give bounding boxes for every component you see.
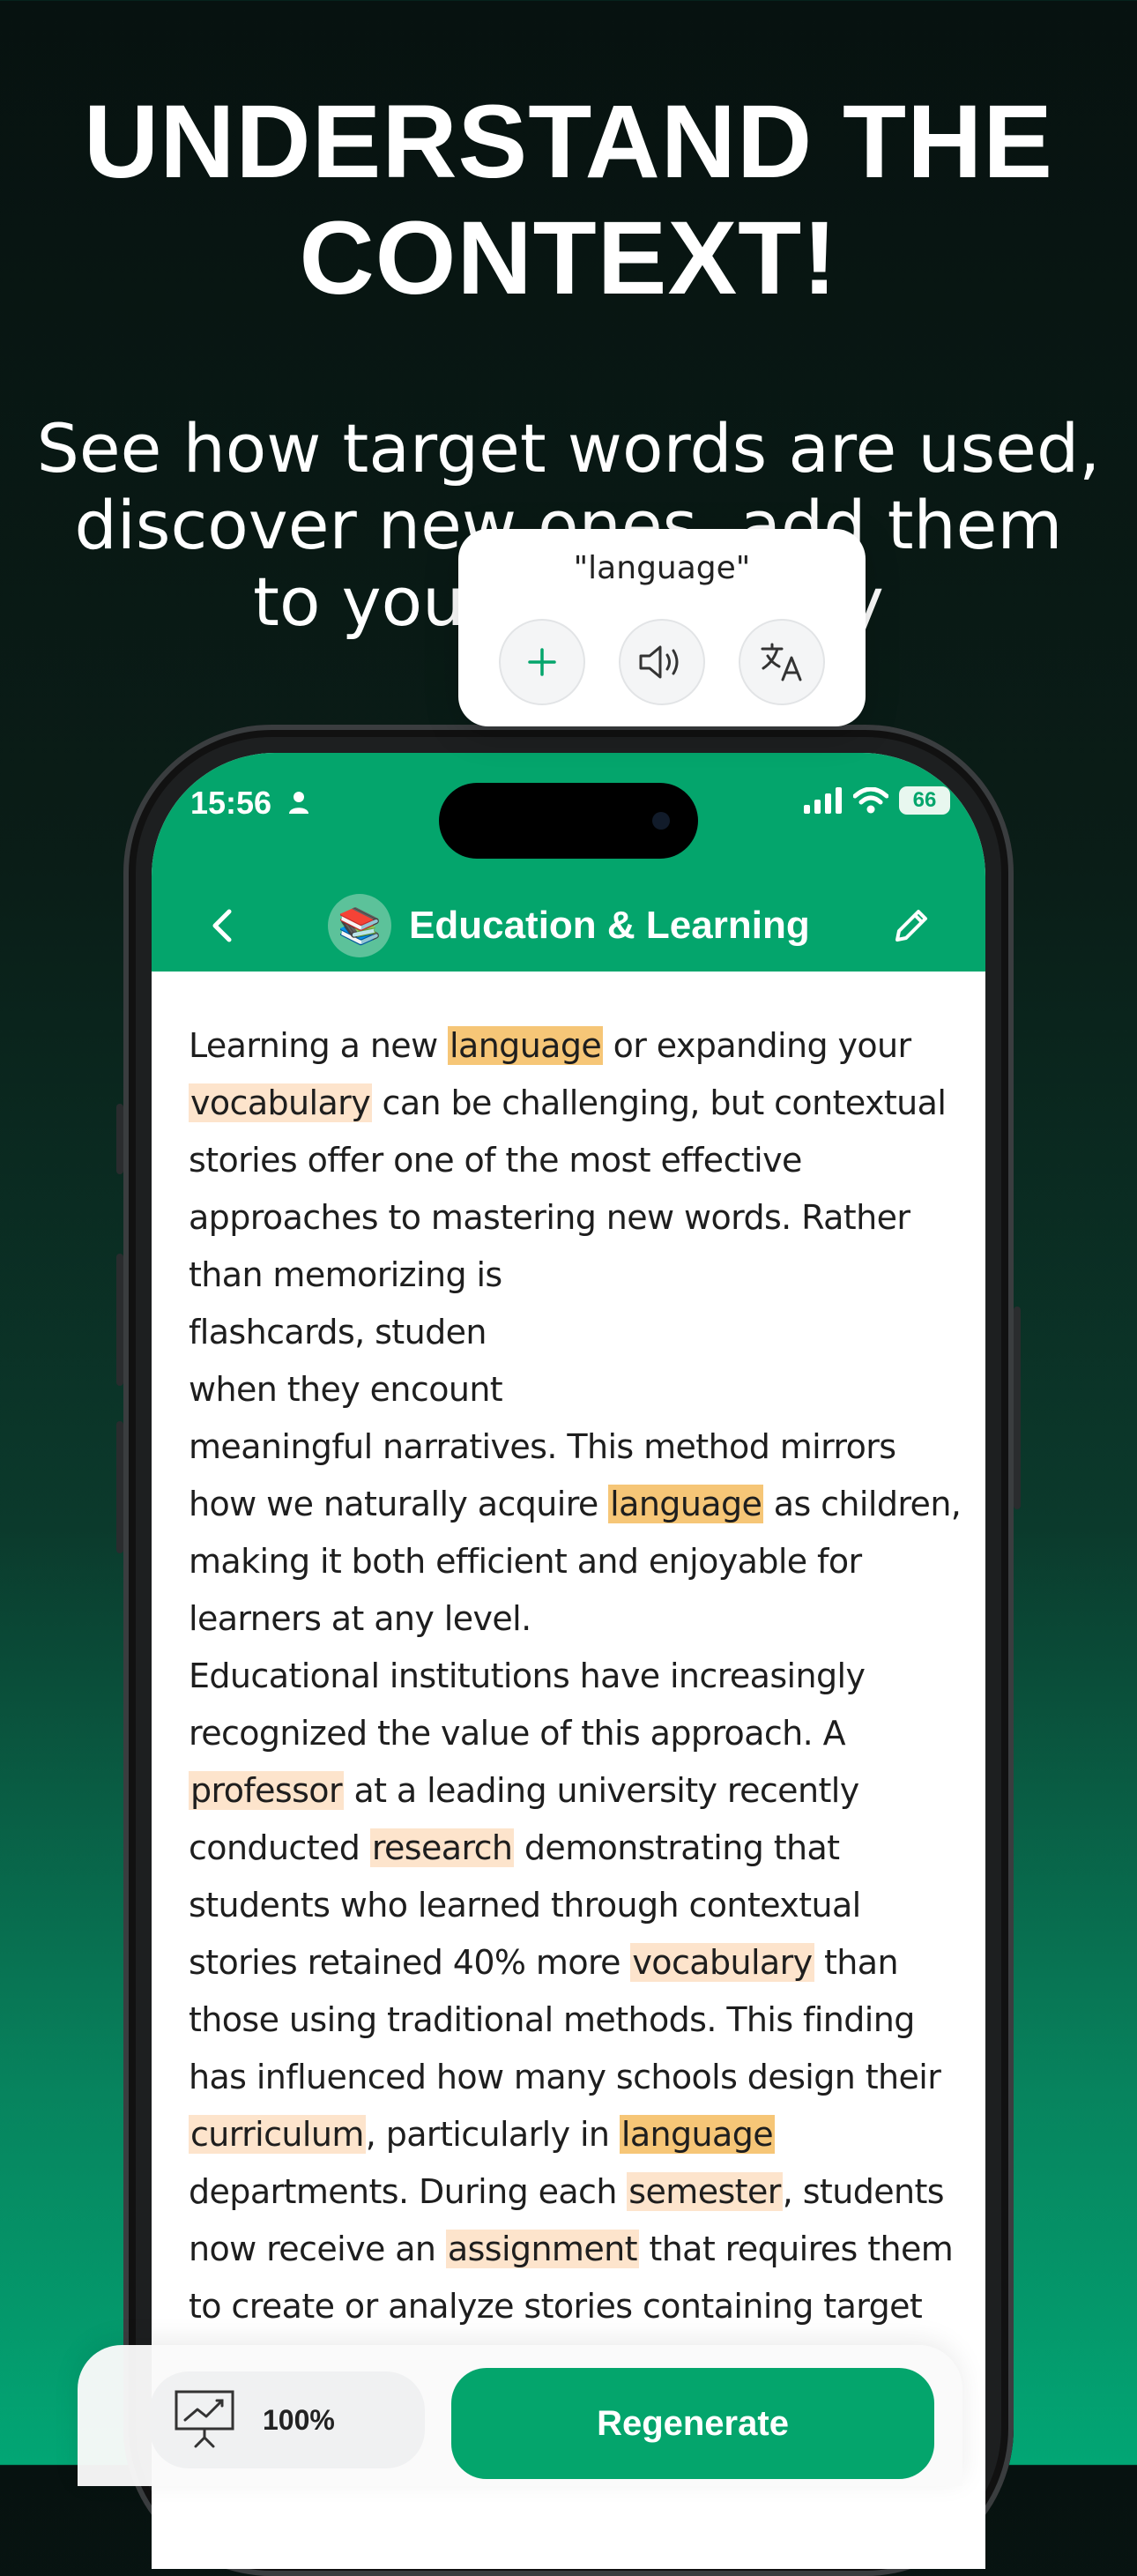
target-word-vocabulary[interactable]: vocabulary — [630, 1943, 814, 1982]
edit-button[interactable] — [890, 905, 933, 947]
target-word-language[interactable]: language — [608, 1485, 764, 1523]
app-title-group: 📚 Education & Learning — [328, 894, 810, 957]
phone-frame: 15:56 66 📚 Education & Learning Learning… — [116, 725, 1021, 2576]
popup-word: "language" — [573, 550, 751, 586]
side-button-volume-down — [116, 1421, 123, 1553]
books-icon: 📚 — [338, 906, 382, 946]
side-button-volume-up — [116, 1254, 123, 1386]
status-indicators: 66 — [804, 786, 950, 815]
story-segment: , particularly in — [365, 2115, 620, 2154]
status-time: 15:56 — [190, 785, 272, 821]
story-text: Learning a new language or expanding you… — [189, 1017, 964, 2335]
target-word-research[interactable]: research — [369, 1828, 515, 1867]
battery-indicator: 66 — [899, 786, 950, 815]
page-title: Education & Learning — [409, 904, 810, 947]
pronounce-button[interactable] — [619, 619, 705, 705]
translate-button[interactable] — [739, 619, 825, 705]
zoom-level: 100% — [263, 2403, 335, 2436]
target-word-curriculum[interactable]: curriculum — [189, 2115, 366, 2154]
target-word-semester[interactable]: semester — [627, 2172, 783, 2211]
wifi-icon — [853, 787, 888, 814]
person-icon — [289, 792, 308, 814]
back-button[interactable] — [204, 906, 243, 945]
plus-icon — [528, 648, 556, 676]
zoom-control[interactable]: 100% — [150, 2371, 425, 2468]
story-segment: or expanding your — [603, 1026, 911, 1065]
translate-icon — [761, 643, 802, 681]
category-avatar: 📚 — [328, 894, 391, 957]
regenerate-button[interactable]: Regenerate — [451, 2368, 934, 2479]
target-word-assignment[interactable]: assignment — [445, 2230, 639, 2268]
target-word-language[interactable]: language — [619, 2115, 776, 2154]
word-popup: "language" — [458, 529, 866, 726]
target-word-language[interactable]: language — [448, 1026, 604, 1065]
story-segment: flashcards, studen — [189, 1313, 487, 1351]
phone-screen: 15:56 66 📚 Education & Learning Learning… — [152, 753, 985, 2569]
signal-icon — [804, 787, 842, 814]
add-word-button[interactable] — [499, 619, 585, 705]
target-word-professor[interactable]: professor — [189, 1771, 344, 1810]
side-button-action — [116, 1104, 123, 1174]
story-segment: when they encount — [189, 1370, 503, 1409]
story-segment: Educational institutions have increasing… — [189, 1657, 866, 1753]
presentation-chart-icon — [175, 2390, 234, 2448]
speaker-icon — [639, 645, 679, 679]
camera-icon — [652, 812, 670, 830]
target-word-vocabulary[interactable]: vocabulary — [189, 1083, 373, 1122]
headline: UNDERSTAND THE CONTEXT! — [83, 84, 1054, 316]
story-segment: Learning a new — [189, 1026, 449, 1065]
dynamic-island — [439, 783, 698, 859]
side-button-power — [1014, 1307, 1021, 1509]
story-segment: departments. During each — [189, 2172, 628, 2211]
app-bar: 15:56 66 📚 Education & Learning — [152, 753, 985, 972]
